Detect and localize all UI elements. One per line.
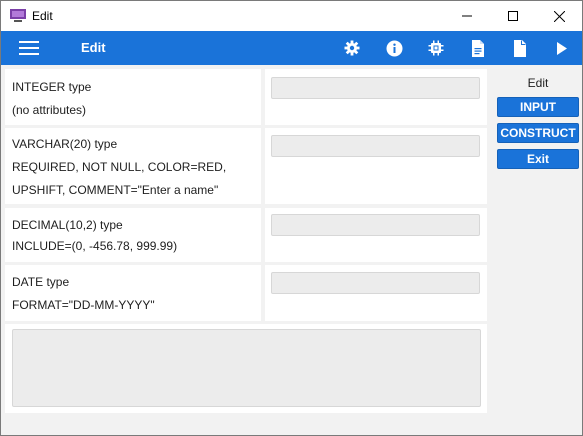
minimize-button[interactable] (444, 1, 490, 31)
field-type-label: DECIMAL(10,2) type (12, 218, 123, 232)
document-lines-icon[interactable] (468, 38, 488, 58)
document-icon[interactable] (510, 38, 530, 58)
field-attributes-label: UPSHIFT, COMMENT="Enter a name" (12, 183, 219, 197)
field-attributes-label: REQUIRED, NOT NULL, COLOR=RED, (12, 160, 227, 174)
field-attributes-label: (no attributes) (12, 103, 87, 117)
field-type-label: VARCHAR(20) type (12, 137, 118, 151)
toolbar: Edit (1, 31, 582, 65)
chip-icon[interactable] (426, 38, 446, 58)
minimize-icon (462, 15, 472, 17)
play-icon[interactable] (552, 38, 572, 58)
date-input[interactable] (271, 272, 480, 294)
toolbar-title: Edit (81, 40, 106, 55)
field-label-panel-decimal: DECIMAL(10,2) type INCLUDE=(0, -456.78, … (5, 208, 261, 262)
menu-icon[interactable] (19, 41, 39, 55)
construct-button[interactable]: CONSTRUCT (497, 123, 579, 143)
input-button[interactable]: INPUT (497, 97, 579, 117)
app-window: Edit Edit INTEGER type (no attributes) V… (0, 0, 583, 436)
field-label-panel-date: DATE type FORMAT="DD-MM-YYYY" (5, 265, 261, 321)
window-title: Edit (32, 9, 53, 23)
decimal-input[interactable] (271, 214, 480, 236)
field-attributes-label: INCLUDE=(0, -456.78, 999.99) (12, 239, 178, 253)
maximize-icon (508, 11, 518, 21)
text-area[interactable] (12, 329, 481, 407)
field-attributes-label: FORMAT="DD-MM-YYYY" (12, 298, 155, 312)
exit-button[interactable]: Exit (497, 149, 579, 169)
close-button[interactable] (536, 1, 582, 31)
side-panel-title: Edit (527, 76, 549, 90)
title-bar: Edit (1, 1, 582, 31)
app-icon (10, 9, 26, 22)
gear-icon[interactable] (342, 38, 362, 58)
field-label-panel-integer: INTEGER type (no attributes) (5, 69, 261, 125)
integer-input[interactable] (271, 77, 480, 99)
info-icon[interactable] (384, 38, 404, 58)
maximize-button[interactable] (490, 1, 536, 31)
close-icon (553, 10, 565, 22)
field-type-label: DATE type (12, 275, 70, 289)
field-type-label: INTEGER type (12, 80, 92, 94)
field-label-panel-varchar: VARCHAR(20) type REQUIRED, NOT NULL, COL… (5, 128, 261, 204)
varchar-input[interactable] (271, 135, 480, 157)
